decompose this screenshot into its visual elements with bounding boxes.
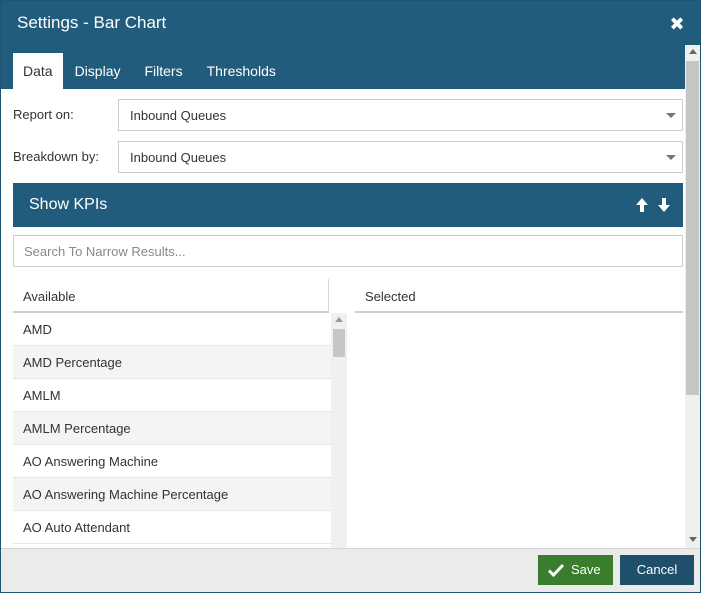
dialog-body: Report on: Inbound Queues Breakdown by: … bbox=[1, 89, 685, 548]
settings-dialog: Settings - Bar Chart ✖ Data Display Filt… bbox=[0, 0, 701, 593]
arrow-down-icon[interactable] bbox=[657, 197, 671, 213]
show-kpis-header: Show KPIs bbox=[13, 183, 683, 227]
list-item[interactable]: AO Answering Machine Percentage bbox=[13, 478, 331, 511]
report-on-select[interactable]: Inbound Queues bbox=[118, 99, 683, 131]
save-button[interactable]: Save bbox=[538, 555, 613, 585]
show-kpis-title: Show KPIs bbox=[29, 196, 108, 213]
breakdown-by-value: Inbound Queues bbox=[130, 150, 227, 165]
list-item[interactable]: AO Answering Machine bbox=[13, 445, 331, 478]
list-item[interactable]: AMLM bbox=[13, 379, 331, 412]
scrollbar-thumb[interactable] bbox=[333, 329, 345, 357]
scrollbar-thumb[interactable] bbox=[686, 61, 699, 395]
cancel-button[interactable]: Cancel bbox=[620, 555, 694, 585]
selected-column-header: Selected bbox=[355, 279, 683, 313]
tab-data[interactable]: Data bbox=[13, 53, 63, 89]
selected-header-label: Selected bbox=[365, 289, 416, 304]
scroll-down-arrow-icon[interactable] bbox=[689, 537, 697, 542]
checkmark-icon bbox=[548, 563, 564, 577]
available-header-label: Available bbox=[23, 289, 76, 304]
dialog-scrollbar[interactable] bbox=[685, 45, 700, 548]
list-item[interactable]: AMD bbox=[13, 313, 331, 346]
chevron-down-icon bbox=[666, 155, 676, 160]
arrow-up-icon[interactable] bbox=[635, 197, 649, 213]
list-item[interactable]: AMLM Percentage bbox=[13, 412, 331, 445]
breakdown-by-label: Breakdown by: bbox=[13, 149, 99, 164]
available-kpi-list: AMD AMD Percentage AMLM AMLM Percentage … bbox=[13, 313, 331, 548]
tab-display[interactable]: Display bbox=[63, 53, 133, 89]
list-item[interactable]: AMD Percentage bbox=[13, 346, 331, 379]
breakdown-by-row: Breakdown by: Inbound Queues bbox=[13, 141, 683, 173]
save-button-label: Save bbox=[571, 562, 601, 577]
scroll-up-arrow-icon[interactable] bbox=[335, 317, 343, 322]
available-column-header: Available bbox=[13, 279, 329, 313]
available-list-scrollbar[interactable] bbox=[331, 313, 347, 548]
tab-filters[interactable]: Filters bbox=[132, 53, 194, 89]
report-on-value: Inbound Queues bbox=[130, 108, 227, 123]
kpi-search-input[interactable] bbox=[13, 235, 683, 267]
close-icon[interactable]: ✖ bbox=[668, 15, 686, 33]
report-on-label: Report on: bbox=[13, 107, 74, 122]
scroll-up-arrow-icon[interactable] bbox=[689, 49, 697, 54]
chevron-down-icon bbox=[666, 113, 676, 118]
dialog-header: Settings - Bar Chart ✖ Data Display Filt… bbox=[1, 1, 700, 89]
dialog-title: Settings - Bar Chart bbox=[17, 13, 167, 32]
dialog-footer: Save Cancel bbox=[1, 548, 700, 592]
list-item[interactable]: AO Auto Attendant bbox=[13, 511, 331, 544]
breakdown-by-select[interactable]: Inbound Queues bbox=[118, 141, 683, 173]
report-on-row: Report on: Inbound Queues bbox=[13, 99, 683, 131]
tab-bar: Data Display Filters Thresholds bbox=[13, 53, 288, 89]
tab-thresholds[interactable]: Thresholds bbox=[195, 53, 288, 89]
